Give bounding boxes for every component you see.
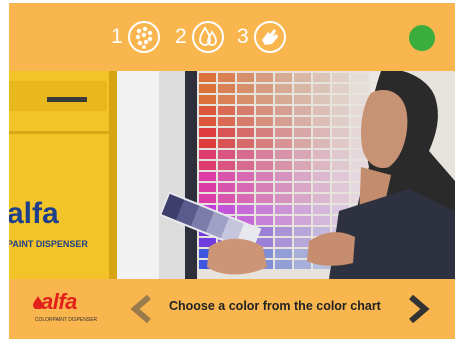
chevron-left-icon bbox=[130, 294, 151, 324]
instruction-text: Choose a color from the color chart bbox=[169, 299, 381, 313]
step-1[interactable]: 1 bbox=[111, 17, 161, 57]
machine-brand-text: alfa bbox=[9, 197, 59, 230]
logo-subtitle: COLORPAINT DISPENSER bbox=[34, 317, 98, 323]
next-button[interactable] bbox=[405, 294, 431, 324]
step-3[interactable]: 3 bbox=[237, 17, 287, 57]
machine-label-text: PAINT DISPENSER bbox=[9, 239, 88, 249]
alfa-logo: alfa COLORPAINT DISPENSER bbox=[31, 289, 97, 329]
app-window: 1 2 3 alfa PAINT DISPENSER alfa COLORPAI… bbox=[9, 3, 455, 339]
chevron-right-icon bbox=[409, 294, 430, 324]
palette-dots-icon bbox=[127, 21, 160, 53]
instruction-photo: alfa PAINT DISPENSER bbox=[9, 71, 455, 279]
step-3-number: 3 bbox=[237, 25, 249, 48]
status-indicator bbox=[409, 25, 435, 51]
drops-icon bbox=[191, 21, 224, 53]
step-1-number: 1 bbox=[111, 25, 123, 48]
bottom-bar: alfa COLORPAINT DISPENSER Choose a color… bbox=[9, 279, 455, 339]
top-bar: 1 2 3 bbox=[9, 3, 455, 71]
step-2[interactable]: 2 bbox=[175, 17, 225, 57]
previous-button[interactable] bbox=[129, 294, 155, 324]
logo-text: alfa bbox=[41, 289, 77, 314]
hand-icon bbox=[253, 21, 286, 53]
step-2-number: 2 bbox=[175, 25, 187, 48]
